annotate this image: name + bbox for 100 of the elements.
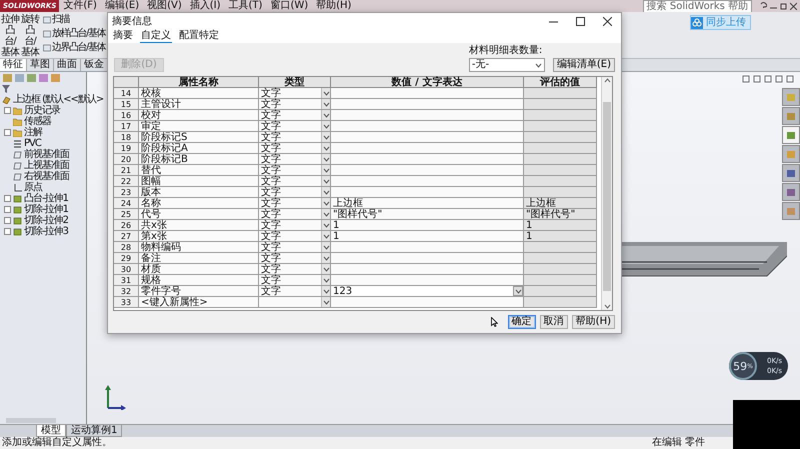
help-icon[interactable]	[760, 2, 767, 10]
type-dropdown[interactable]: 文字	[259, 88, 331, 99]
tree-item[interactable]: 上视基准面	[24, 160, 69, 171]
model-tab[interactable]: 模型	[36, 425, 66, 437]
expand-box-icon[interactable]	[4, 195, 11, 202]
command-tab[interactable]: 曲面	[54, 59, 81, 71]
tree-item[interactable]: 注解	[24, 127, 42, 138]
part-icon	[2, 96, 11, 104]
toolbar-button[interactable]: 旋转凸台/基体	[20, 12, 40, 58]
type-dropdown[interactable]: 文字	[259, 110, 331, 121]
type-dropdown[interactable]: 文字	[259, 242, 331, 253]
type-dropdown[interactable]	[259, 297, 331, 308]
menu-item[interactable]: 编辑(E)	[100, 0, 144, 12]
tree-item[interactable]: 历史记录	[24, 105, 60, 116]
scrollbar[interactable]	[601, 77, 612, 310]
expand-box-icon[interactable]	[4, 107, 11, 114]
row-number: 29	[114, 253, 139, 264]
menu-item[interactable]: 工具(T)	[224, 0, 266, 12]
dialog-button[interactable]: 确定	[508, 315, 536, 329]
column-header: 数值 / 文字表达	[331, 77, 524, 88]
type-dropdown[interactable]: 文字	[259, 121, 331, 132]
expand-box-icon[interactable]	[4, 129, 11, 136]
close-icon[interactable]	[603, 16, 612, 26]
type-dropdown[interactable]: 文字	[259, 231, 331, 242]
tree-item[interactable]: 切除-拉伸1	[24, 204, 68, 215]
scroll-down-icon[interactable]	[604, 303, 610, 310]
type-dropdown[interactable]: 文字	[259, 275, 331, 286]
type-dropdown[interactable]: 文字	[259, 132, 331, 143]
filter-icon[interactable]	[2, 85, 10, 93]
dialog-button[interactable]: 帮助(H)	[572, 315, 615, 329]
table-cell: 代号	[139, 209, 259, 220]
row-number: 15	[114, 99, 139, 110]
column-header: 属性名称	[139, 77, 259, 88]
toolbar-button[interactable]: 扫描	[43, 14, 69, 26]
tree-item[interactable]: 右视基准面	[24, 171, 69, 182]
row-number: 25	[114, 209, 139, 220]
table-cell: 版本	[139, 187, 259, 198]
tree-item[interactable]: 原点	[24, 182, 42, 193]
row-number: 20	[114, 154, 139, 165]
command-tab[interactable]: 特征	[0, 59, 27, 71]
tree-item[interactable]: 传感器	[24, 116, 51, 127]
type-dropdown[interactable]: 文字	[259, 99, 331, 110]
type-dropdown[interactable]: 文字	[259, 165, 331, 176]
dialog-tab[interactable]: 自定义	[140, 30, 172, 42]
value-input-field[interactable]: 123	[331, 286, 524, 297]
table-cell: 主管设计	[139, 99, 259, 110]
type-dropdown[interactable]: 文字	[259, 143, 331, 154]
table-cell: 上边框	[524, 198, 597, 209]
menu-item[interactable]: 插入(I)	[186, 0, 225, 12]
table-cell: 校核	[139, 88, 259, 99]
scroll-up-icon[interactable]	[604, 77, 610, 84]
tree-item[interactable]: 切除-拉伸2	[24, 215, 68, 226]
expand-box-icon[interactable]	[4, 228, 11, 235]
type-dropdown[interactable]: 文字	[259, 176, 331, 187]
tree-item[interactable]: 前视基准面	[24, 149, 69, 160]
task-pane-icon[interactable]	[782, 164, 800, 182]
cursor-icon	[490, 317, 498, 327]
type-dropdown[interactable]: 文字	[259, 198, 331, 209]
table-cell: 阶段标记A	[139, 143, 259, 154]
table-cell: 上边框	[331, 198, 524, 209]
toolbar-button[interactable]: 放样凸台/基体	[43, 28, 105, 40]
column-header: 评估的值	[524, 77, 597, 88]
command-tab[interactable]: 草图	[27, 59, 54, 71]
row-number: 19	[114, 143, 139, 154]
tree-item[interactable]: 切除-拉伸3	[24, 226, 68, 237]
row-number: 30	[114, 264, 139, 275]
expand-box-icon[interactable]	[4, 217, 11, 224]
maximize-icon[interactable]	[576, 16, 585, 26]
type-dropdown[interactable]: 文字	[259, 253, 331, 264]
restore-icon[interactable]	[780, 2, 787, 10]
type-dropdown[interactable]: 文字	[259, 264, 331, 275]
table-cell: "图样代号"	[524, 209, 597, 220]
tree-root[interactable]: 上边框 (默认<<默认>	[13, 94, 104, 105]
task-pane-icon[interactable]	[782, 183, 800, 201]
toolbar-button[interactable]: 拉伸凸台/基体	[0, 12, 20, 58]
expand-box-icon[interactable]	[4, 206, 11, 213]
axis-triad-icon	[105, 384, 127, 410]
type-dropdown[interactable]: 文字	[259, 209, 331, 220]
task-pane-icon[interactable]	[782, 126, 800, 144]
edit-list-button[interactable]: 编辑清单(E)	[552, 58, 615, 72]
dialog-tab[interactable]: 配置特定	[178, 30, 220, 42]
type-dropdown[interactable]: 文字	[259, 286, 331, 297]
toolbar-button[interactable]: 边界凸台/基体	[43, 42, 105, 54]
table-cell: 共x张	[139, 220, 259, 231]
table-cell: 1	[331, 231, 524, 242]
table-cell: 阶段标记S	[139, 132, 259, 143]
type-dropdown[interactable]: 文字	[259, 187, 331, 198]
type-dropdown[interactable]: 文字	[259, 220, 331, 231]
quantity-dropdown[interactable]: -无-	[468, 58, 545, 72]
row-number: 21	[114, 165, 139, 176]
search-field[interactable]: 搜索 SolidWorks 帮助	[642, 0, 752, 12]
dialog-button[interactable]: 取消	[540, 315, 568, 329]
close-icon[interactable]	[790, 2, 797, 10]
menu-item[interactable]: 帮助(H)	[312, 0, 356, 12]
dialog-tab[interactable]: 摘要	[112, 30, 134, 42]
type-dropdown[interactable]: 文字	[259, 154, 331, 165]
menu-item[interactable]: 视图(V)	[143, 0, 186, 12]
tree-item[interactable]: PVC	[24, 138, 41, 149]
table-cell: 第x张	[139, 231, 259, 242]
tree-item[interactable]: 凸台-拉伸1	[24, 193, 68, 204]
